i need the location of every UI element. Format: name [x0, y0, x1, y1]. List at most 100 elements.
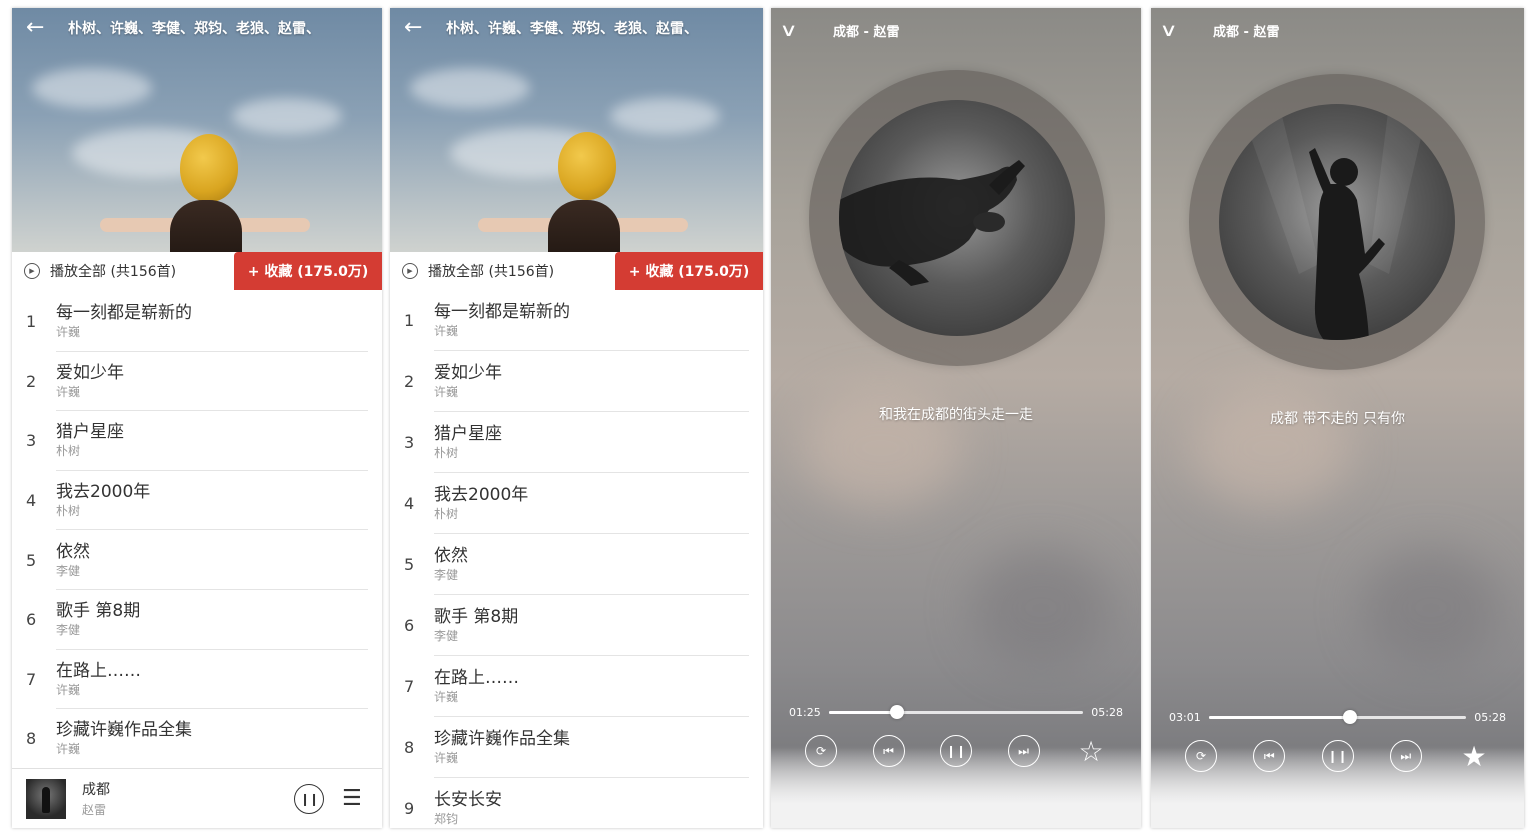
song-artist: 李健	[56, 563, 81, 578]
song-row[interactable]: 8 珍藏许巍作品全集 许巍	[26, 709, 368, 769]
song-artist: 许巍	[56, 325, 81, 340]
player-screen-2: ∨ 成都 - 赵雷 成都 带不走的 只有你 03:01 05:28 ⟳ ⏮ ❙❙…	[1151, 8, 1524, 828]
play-all-button[interactable]: ▶ 播放全部 (共156首)	[390, 252, 615, 290]
current-lyric: 成都 带不走的 只有你	[1270, 411, 1405, 427]
player-title: 成都 - 赵雷	[1213, 25, 1280, 40]
song-artist: 朴树	[434, 507, 459, 521]
song-index: 7	[404, 677, 415, 696]
repeat-icon[interactable]: ⟳	[805, 735, 837, 767]
song-row[interactable]: 3 猎户星座 朴树	[404, 412, 749, 473]
chevron-down-icon[interactable]: ∨	[1159, 20, 1198, 41]
pause-icon[interactable]: ❙❙	[1321, 740, 1354, 772]
song-row[interactable]: 3 猎户星座 朴树	[26, 411, 368, 471]
song-row[interactable]: 6 歌手 第8期 李健	[404, 595, 749, 656]
song-name: 依然	[434, 546, 468, 566]
song-row[interactable]: 5 依然 李健	[404, 534, 749, 595]
song-row[interactable]: 1 每一刻都是崭新的 许巍	[404, 290, 749, 351]
song-artist: 许巍	[56, 682, 81, 697]
mini-album-cover[interactable]	[26, 778, 66, 819]
progress-thumb[interactable]	[890, 705, 905, 719]
song-list: 1 每一刻都是崭新的 许巍 2 爱如少年 许巍 3 猎户星座 朴树 4 我去2000年 朴树 5…	[12, 292, 382, 769]
song-row[interactable]: 4 我去2000年 朴树	[404, 473, 749, 534]
back-arrow-icon[interactable]: ←	[26, 17, 50, 39]
singer-silhouette-icon	[839, 160, 1025, 286]
song-index: 5	[26, 550, 37, 570]
previous-icon[interactable]: ⏮	[1253, 740, 1286, 772]
cover-cloud	[610, 98, 720, 134]
song-name: 爱如少年	[56, 362, 124, 383]
play-all-label: 播放全部 (共156首)	[50, 264, 177, 280]
favorite-star-icon[interactable]: ★	[1458, 740, 1490, 773]
song-name: 我去2000年	[56, 482, 151, 503]
song-row[interactable]: 2 爱如少年 许巍	[404, 351, 749, 412]
song-index: 9	[404, 799, 415, 818]
song-index: 7	[26, 669, 37, 689]
playlist-screen-1: ← 朴树、许巍、李健、郑钧、老狼、赵雷、 ▶ 播放全部 (共156首) + 收藏…	[12, 8, 382, 828]
song-index: 8	[26, 729, 37, 749]
song-artist: 许巍	[434, 690, 459, 704]
song-artist: 李健	[56, 623, 81, 638]
current-time: 01:25	[789, 706, 821, 719]
progress-track[interactable]	[1208, 710, 1467, 724]
previous-icon[interactable]: ⏮	[872, 735, 905, 767]
song-name: 依然	[56, 541, 90, 562]
song-index: 6	[26, 610, 37, 630]
repeat-icon[interactable]: ⟳	[1185, 740, 1217, 772]
song-row[interactable]: 6 歌手 第8期 李健	[26, 590, 368, 650]
album-disc	[1189, 74, 1485, 370]
collect-button[interactable]: + 收藏 (175.0万)	[615, 252, 763, 290]
balloon-image	[180, 134, 238, 202]
next-icon[interactable]: ⏭	[1007, 735, 1040, 767]
song-index: 4	[26, 491, 37, 511]
next-icon[interactable]: ⏭	[1389, 740, 1422, 772]
playlist-action-bar: ▶ 播放全部 (共156首) + 收藏 (175.0万)	[12, 252, 382, 290]
song-row[interactable]: 1 每一刻都是崭新的 许巍	[26, 292, 368, 352]
playlist-action-bar: ▶ 播放全部 (共156首) + 收藏 (175.0万)	[390, 252, 763, 290]
cover-cloud	[32, 68, 152, 108]
player-controls: ⟳ ⏮ ❙❙ ⏭ ☆	[805, 735, 1107, 768]
play-all-button[interactable]: ▶ 播放全部 (共156首)	[12, 252, 234, 290]
song-row[interactable]: 4 我去2000年 朴树	[26, 471, 368, 531]
current-time: 03:01	[1169, 711, 1201, 724]
playlist-cover: ← 朴树、许巍、李健、郑钧、老狼、赵雷、	[390, 8, 763, 252]
song-index: 6	[404, 616, 415, 635]
song-row[interactable]: 5 依然 李健	[26, 530, 368, 590]
playlist-cover: ← 朴树、许巍、李健、郑钧、老狼、赵雷、	[12, 8, 382, 252]
progress-thumb[interactable]	[1343, 710, 1358, 724]
progress-fill	[828, 711, 898, 714]
pause-icon[interactable]: ❙❙	[294, 783, 324, 814]
play-circle-icon: ▶	[402, 263, 418, 279]
song-index: 3	[26, 431, 37, 451]
song-artist: 许巍	[56, 742, 81, 757]
background-blur	[1361, 548, 1501, 668]
album-disc	[809, 70, 1105, 366]
chevron-down-icon[interactable]: ∨	[779, 20, 818, 41]
song-index: 1	[26, 312, 37, 332]
song-artist: 朴树	[56, 444, 81, 459]
song-row[interactable]: 8 珍藏许巍作品全集 许巍	[404, 717, 749, 778]
playlist-queue-icon[interactable]: ☰	[342, 786, 370, 811]
song-index: 8	[404, 738, 415, 757]
back-arrow-icon[interactable]: ←	[404, 17, 428, 39]
song-name: 爱如少年	[434, 363, 502, 383]
background-blur	[1191, 388, 1351, 508]
album-art	[839, 100, 1075, 336]
total-time: 05:28	[1474, 711, 1506, 724]
favorite-star-icon[interactable]: ☆	[1075, 735, 1107, 768]
song-artist: 许巍	[434, 751, 459, 765]
mini-player[interactable]: 成都 赵雷 ❙❙ ☰	[12, 768, 382, 828]
song-row[interactable]: 2 爱如少年 许巍	[26, 352, 368, 412]
song-index: 2	[404, 372, 415, 391]
playlist-title: 朴树、许巍、李健、郑钧、老狼、赵雷、	[446, 21, 698, 37]
song-index: 1	[404, 311, 415, 330]
cover-person	[170, 200, 242, 252]
progress-track[interactable]	[828, 705, 1084, 719]
song-row[interactable]: 7 在路上…… 许巍	[404, 656, 749, 717]
mini-song-title: 成都	[82, 782, 110, 798]
pause-icon[interactable]: ❙❙	[940, 735, 972, 767]
song-row[interactable]: 9 长安长安 郑钧	[404, 778, 749, 828]
song-name: 每一刻都是崭新的	[56, 303, 192, 324]
collect-button[interactable]: + 收藏 (175.0万)	[234, 252, 382, 290]
song-row[interactable]: 7 在路上…… 许巍	[26, 650, 368, 710]
cover-cloud	[232, 98, 342, 134]
